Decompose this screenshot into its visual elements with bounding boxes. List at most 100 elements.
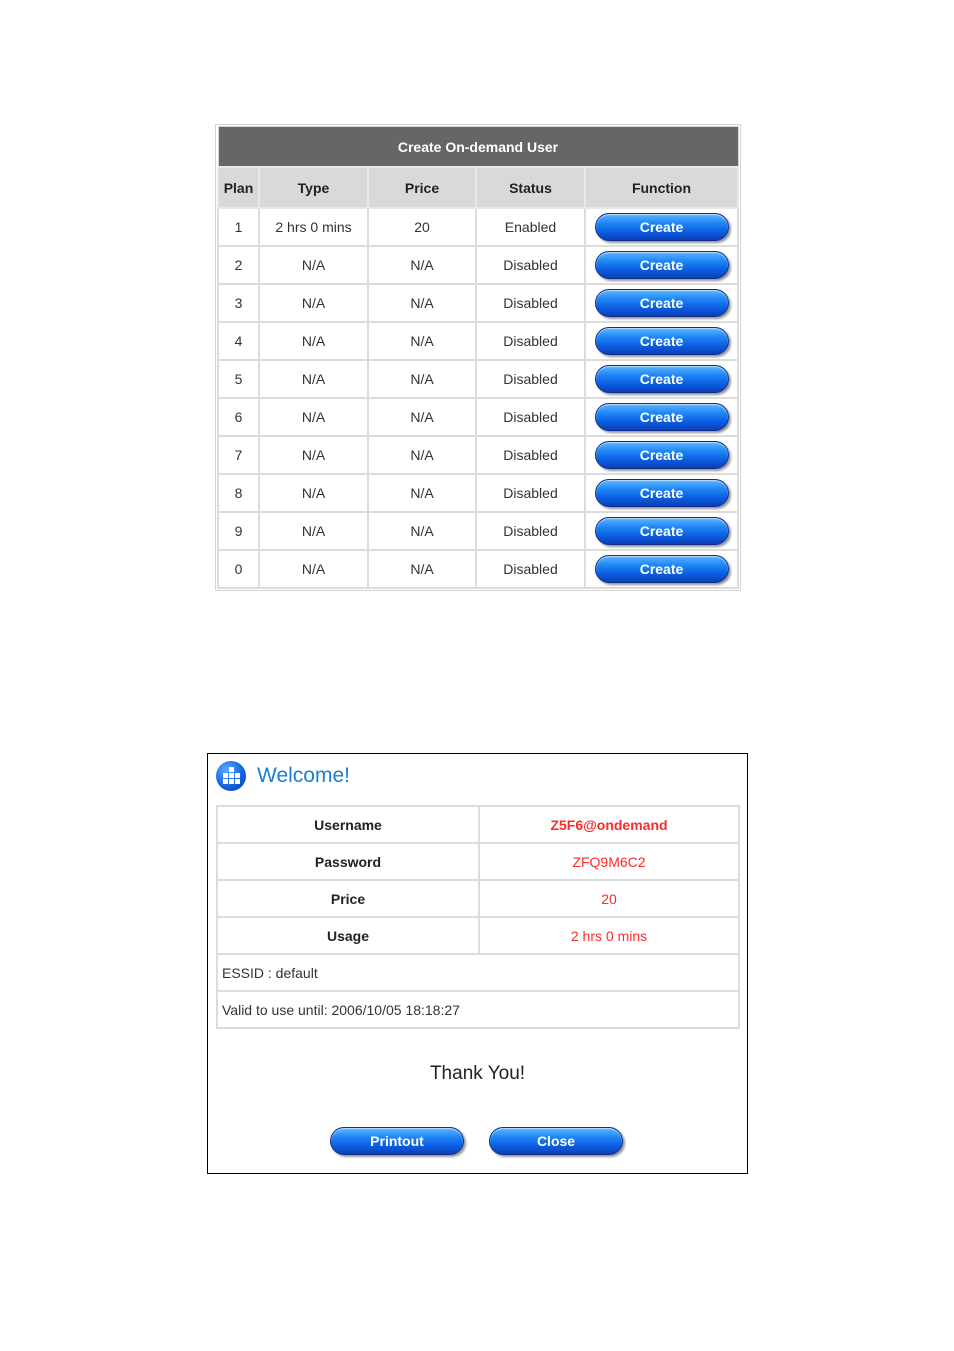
status-cell: Disabled [475,397,586,437]
plan-cell: 8 [217,473,260,513]
status-cell: Disabled [475,435,586,475]
table-row: 5 N/A N/A Disabled Create [217,359,739,399]
column-header-price: Price [367,166,477,209]
function-cell: Create [584,511,739,551]
table-row: 8 N/A N/A Disabled Create [217,473,739,513]
status-cell: Disabled [475,359,586,399]
price-cell: N/A [367,359,477,399]
welcome-title: Welcome! [257,764,350,787]
function-cell: Create [584,321,739,361]
username-label: Username [216,805,480,844]
type-cell: N/A [258,283,369,323]
essid-text: ESSID : default [216,953,740,992]
status-cell: Disabled [475,245,586,285]
plan-cell: 1 [217,207,260,247]
type-cell: N/A [258,359,369,399]
column-header-plan: Plan [217,166,260,209]
table-row: 7 N/A N/A Disabled Create [217,435,739,475]
price-cell: N/A [367,473,477,513]
info-row-essid: ESSID : default [216,953,740,992]
status-cell: Disabled [475,283,586,323]
info-row-usage: Usage 2 hrs 0 mins [216,916,740,955]
info-row-password: Password ZFQ9M6C2 [216,842,740,881]
price-cell: N/A [367,435,477,475]
price-cell: N/A [367,549,477,589]
function-cell: Create [584,549,739,589]
username-value: Z5F6@ondemand [478,805,740,844]
plan-cell: 5 [217,359,260,399]
create-button[interactable]: Create [594,213,729,241]
type-cell: N/A [258,435,369,475]
table-row: 0 N/A N/A Disabled Create [217,549,739,589]
column-header-function: Function [584,166,739,209]
plan-cell: 3 [217,283,260,323]
price-cell: N/A [367,245,477,285]
type-cell: N/A [258,245,369,285]
create-button[interactable]: Create [594,403,729,431]
table-row: 2 N/A N/A Disabled Create [217,245,739,285]
thank-you-text: Thank You! [429,1063,526,1084]
create-button[interactable]: Create [594,517,729,545]
type-cell: 2 hrs 0 mins [258,207,369,247]
price-cell: N/A [367,321,477,361]
table-row: 3 N/A N/A Disabled Create [217,283,739,323]
status-cell: Disabled [475,511,586,551]
welcome-header: Welcome! [216,760,350,792]
password-label: Password [216,842,480,881]
create-button[interactable]: Create [594,479,729,507]
valid-until-text: Valid to use until: 2006/10/05 18:18:27 [216,990,740,1029]
status-cell: Disabled [475,473,586,513]
type-cell: N/A [258,321,369,361]
table-row: 1 2 hrs 0 mins 20 Enabled Create [217,207,739,247]
status-cell: Disabled [475,549,586,589]
price-cell: N/A [367,511,477,551]
create-button[interactable]: Create [594,251,729,279]
plan-cell: 6 [217,397,260,437]
plan-cell: 9 [217,511,260,551]
table-row: 6 N/A N/A Disabled Create [217,397,739,437]
close-button[interactable]: Close [489,1127,623,1155]
usage-value: 2 hrs 0 mins [478,916,740,955]
function-cell: Create [584,435,739,475]
function-cell: Create [584,473,739,513]
table-row: 4 N/A N/A Disabled Create [217,321,739,361]
create-button[interactable]: Create [594,365,729,393]
create-button[interactable]: Create [594,555,729,583]
info-row-username: Username Z5F6@ondemand [216,805,740,844]
plan-cell: 4 [217,321,260,361]
table-title: Create On-demand User [217,126,739,168]
price-label: Price [216,879,480,918]
type-cell: N/A [258,549,369,589]
type-cell: N/A [258,511,369,551]
account-info-table: Username Z5F6@ondemand Password ZFQ9M6C2… [216,805,740,1029]
password-value: ZFQ9M6C2 [478,842,740,881]
function-cell: Create [584,397,739,437]
price-cell: 20 [367,207,477,247]
status-cell: Enabled [475,207,586,247]
plans-table: Create On-demand User Plan Type Price St… [217,126,739,589]
column-header-type: Type [258,166,369,209]
function-cell: Create [584,245,739,285]
info-row-valid-until: Valid to use until: 2006/10/05 18:18:27 [216,990,740,1029]
create-on-demand-user-panel: Create On-demand User Plan Type Price St… [215,124,741,591]
table-row: 9 N/A N/A Disabled Create [217,511,739,551]
status-cell: Disabled [475,321,586,361]
plan-cell: 0 [217,549,260,589]
function-cell: Create [584,359,739,399]
create-button[interactable]: Create [594,327,729,355]
usage-label: Usage [216,916,480,955]
create-button[interactable]: Create [594,289,729,317]
function-cell: Create [584,207,739,247]
printout-button[interactable]: Printout [330,1127,464,1155]
grid-globe-icon [216,761,246,791]
type-cell: N/A [258,473,369,513]
info-row-price: Price 20 [216,879,740,918]
plan-cell: 7 [217,435,260,475]
welcome-dialog: Welcome! Username Z5F6@ondemand Password… [207,753,748,1174]
plan-cell: 2 [217,245,260,285]
price-cell: N/A [367,397,477,437]
type-cell: N/A [258,397,369,437]
create-button[interactable]: Create [594,441,729,469]
price-value: 20 [478,879,740,918]
column-header-status: Status [475,166,586,209]
